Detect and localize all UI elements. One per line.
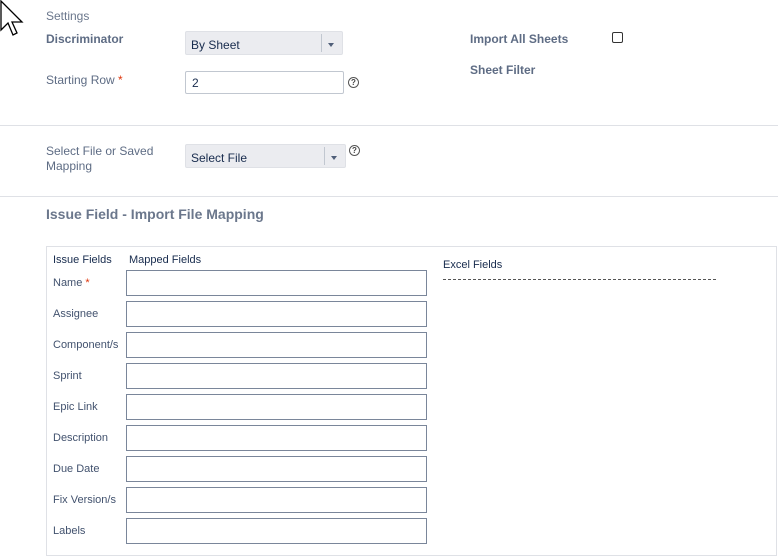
mapped-field-epic-link[interactable]: [126, 394, 427, 420]
divider: [0, 125, 778, 126]
mapped-fields-header: Mapped Fields: [129, 254, 202, 266]
chevron-down-icon[interactable]: [321, 34, 340, 52]
select-file-label: Select File or Saved Mapping: [46, 144, 154, 173]
mapped-field-due-date[interactable]: [126, 456, 427, 482]
discriminator-select[interactable]: By Sheet: [185, 31, 343, 55]
mapped-field-labels[interactable]: [126, 518, 427, 544]
help-icon[interactable]: ?: [349, 145, 360, 156]
mouse-cursor-icon: [0, 0, 24, 36]
field-label-name: Name *: [53, 277, 90, 289]
select-file-value: Select File: [191, 151, 248, 165]
settings-heading: Settings: [46, 9, 90, 23]
field-label-due-date: Due Date: [53, 463, 100, 475]
field-label-sprint: Sprint: [53, 370, 82, 382]
chevron-down-icon[interactable]: [324, 147, 343, 165]
mapped-field-fix-versions[interactable]: [126, 487, 427, 513]
field-label-assignee: Assignee: [53, 308, 99, 320]
mapped-field-description[interactable]: [126, 425, 427, 451]
discriminator-value: By Sheet: [191, 38, 240, 52]
import-all-sheets-label: Import All Sheets: [470, 32, 569, 46]
discriminator-label: Discriminator: [46, 32, 124, 46]
select-file-dropdown[interactable]: Select File: [185, 144, 346, 168]
mapped-field-sprint[interactable]: [126, 363, 427, 389]
import-all-sheets-checkbox[interactable]: [612, 32, 623, 43]
field-label-description: Description: [53, 432, 109, 444]
issue-fields-header: Issue Fields: [53, 254, 112, 266]
starting-row-label: Starting Row *: [46, 73, 123, 87]
mapped-field-components[interactable]: [126, 332, 427, 358]
divider: [0, 196, 778, 197]
sheet-filter-label: Sheet Filter: [470, 63, 536, 77]
mapped-field-name[interactable]: [126, 270, 427, 296]
field-label-fix-versions: Fix Version/s: [53, 494, 116, 506]
field-label-labels: Labels: [53, 525, 86, 537]
field-label-epic-link: Epic Link: [53, 401, 98, 413]
field-label-components: Component/s: [53, 339, 119, 351]
mapping-title: Issue Field - Import File Mapping: [46, 206, 264, 222]
help-icon[interactable]: ?: [348, 77, 359, 88]
mapped-field-assignee[interactable]: [126, 301, 427, 327]
excel-fields-divider: [443, 279, 716, 280]
starting-row-input[interactable]: [185, 71, 344, 94]
excel-fields-header: Excel Fields: [443, 259, 503, 271]
required-asterisk: *: [118, 73, 123, 87]
